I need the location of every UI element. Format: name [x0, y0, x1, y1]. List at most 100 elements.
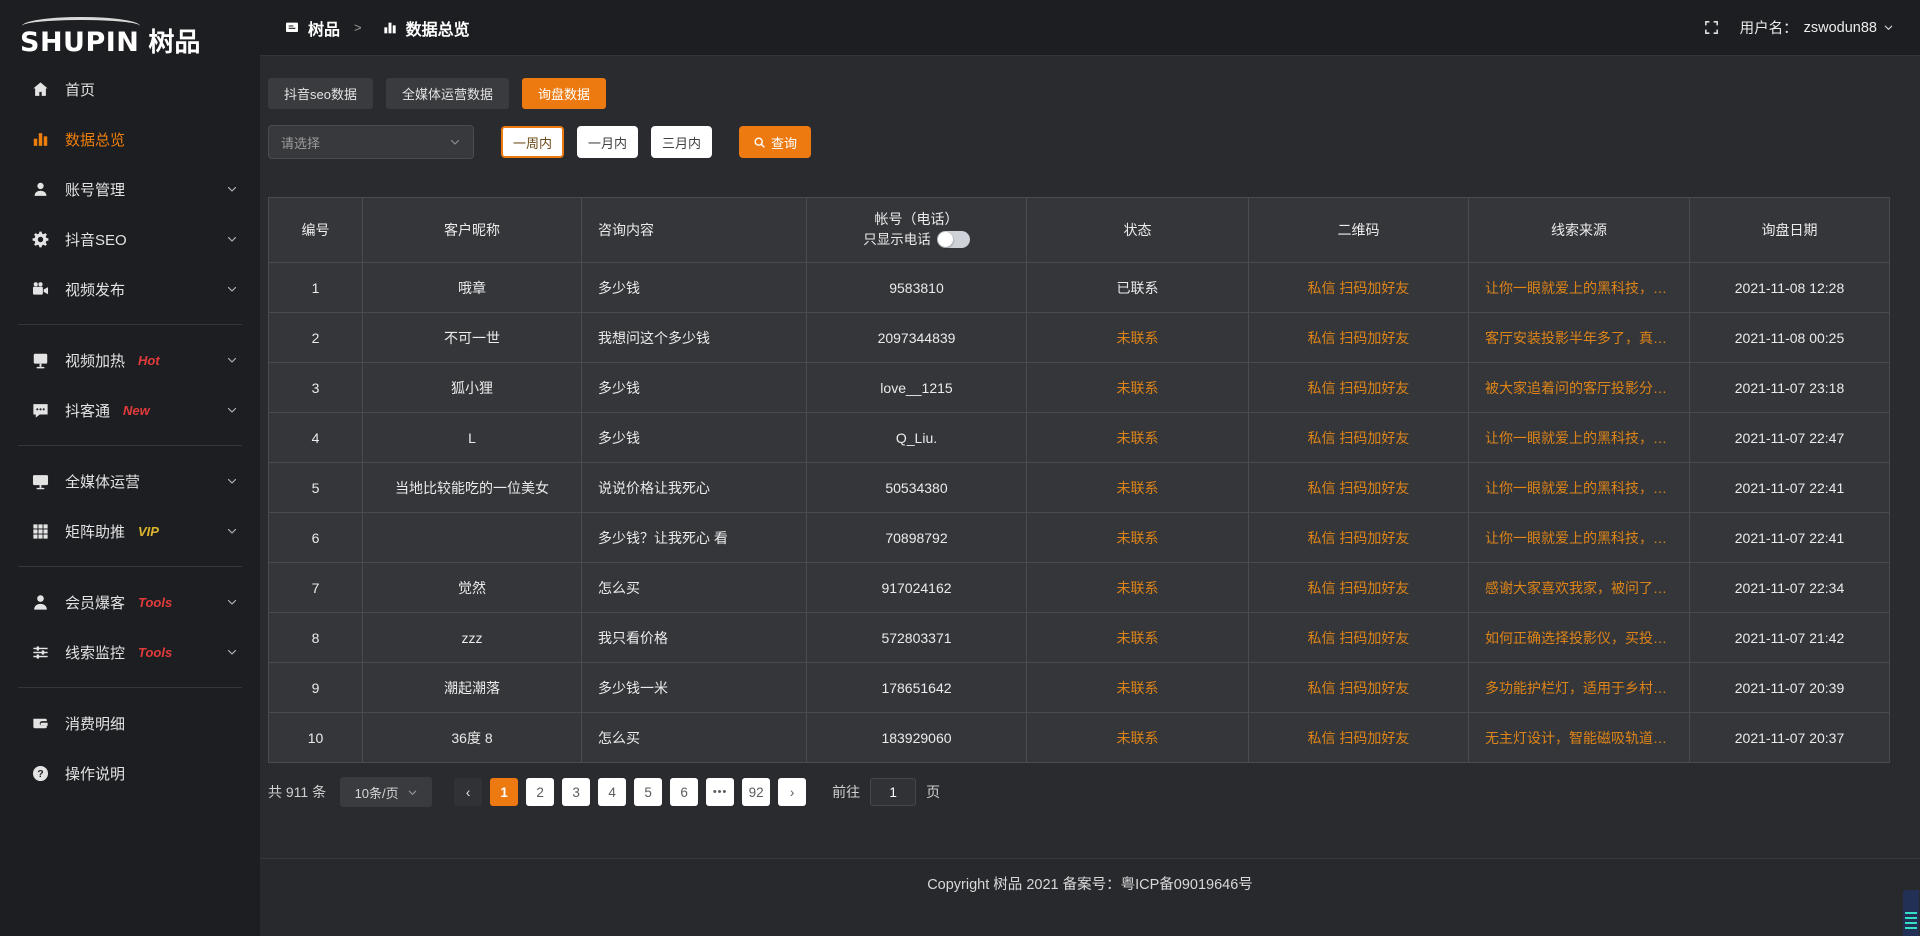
chat-bubble-icon: [31, 401, 50, 420]
qrcode-link[interactable]: 私信 扫码加好友: [1308, 678, 1410, 698]
breadcrumb-root[interactable]: 树品: [308, 16, 340, 40]
sidebar-item-question[interactable]: ? 操作说明: [0, 748, 260, 798]
user-menu[interactable]: 用户名：zswodun88: [1740, 17, 1894, 38]
table-row: 2 不可一世 我想问这个多少钱 2097344839 未联系 私信 扫码加好友 …: [269, 312, 1889, 362]
range-1month[interactable]: 一月内: [577, 126, 638, 158]
qrcode-link[interactable]: 私信 扫码加好友: [1308, 578, 1410, 598]
source-link[interactable]: 无主灯设计，智能磁吸轨道灯...: [1485, 728, 1673, 748]
range-3month[interactable]: 三月内: [651, 126, 712, 158]
total-count: 共 911 条: [268, 782, 326, 802]
page-size-select[interactable]: 10条/页: [340, 777, 432, 807]
logo-text-cn: 树品: [148, 29, 200, 56]
cell-content: 我只看价格: [582, 612, 807, 662]
fullscreen-icon[interactable]: [1703, 19, 1720, 36]
header-nickname: 客户昵称: [363, 198, 582, 262]
cell-content: 多少钱: [582, 412, 807, 462]
query-button[interactable]: 查询: [739, 126, 811, 158]
prev-page-button[interactable]: ‹: [454, 778, 482, 806]
chevron-down-icon: [226, 233, 238, 245]
qrcode-link[interactable]: 私信 扫码加好友: [1308, 528, 1410, 548]
sidebar-item-user[interactable]: 账号管理: [0, 164, 260, 214]
phone-only-toggle[interactable]: [937, 231, 970, 248]
cell-no: 9: [269, 662, 363, 712]
cell-no: 7: [269, 562, 363, 612]
gear-icon: [31, 230, 50, 249]
qrcode-link[interactable]: 私信 扫码加好友: [1308, 478, 1410, 498]
page-button-2[interactable]: 2: [526, 778, 554, 806]
cell-content: 说说价格让我死心: [582, 462, 807, 512]
sidebar-item-screen[interactable]: 视频加热 Hot: [0, 335, 260, 385]
next-page-button[interactable]: ›: [778, 778, 806, 806]
qrcode-link[interactable]: 私信 扫码加好友: [1308, 328, 1410, 348]
sidebar-item-icon-slot: [30, 229, 50, 249]
cell-qrcode: 私信 扫码加好友: [1249, 612, 1469, 662]
source-link[interactable]: 被大家追着问的客厅投影分享...: [1485, 378, 1673, 398]
sidebar-item-badge: New: [123, 403, 150, 418]
sidebar-item-camera[interactable]: 视频发布: [0, 264, 260, 314]
sidebar-nav: 首页 数据总览 账号管理 抖音SEO: [0, 64, 260, 798]
source-link[interactable]: 多功能护栏灯，适用于乡村文...: [1485, 678, 1673, 698]
sidebar-item-chat[interactable]: 抖客通 New: [0, 385, 260, 435]
source-link[interactable]: 让你一眼就爱上的黑科技，能...: [1485, 478, 1673, 498]
source-link[interactable]: 客厅安装投影半年多了，真实...: [1485, 328, 1673, 348]
footer: Copyright 树品 2021 备案号：粤ICP备09019646号: [260, 858, 1920, 936]
tab-inquiry[interactable]: 询盘数据: [522, 78, 606, 109]
cell-nickname: 狐小狸: [363, 362, 582, 412]
cell-no: 8: [269, 612, 363, 662]
qrcode-link[interactable]: 私信 扫码加好友: [1308, 628, 1410, 648]
bar-chart-icon: [31, 130, 50, 149]
cell-account: 917024162: [807, 562, 1027, 612]
cell-source: 让你一眼就爱上的黑科技，能...: [1469, 412, 1690, 462]
page-button-6[interactable]: 6: [670, 778, 698, 806]
chevron-down-icon: [226, 596, 238, 608]
sidebar-item-sliders[interactable]: 线索监控 Tools: [0, 627, 260, 677]
header-qrcode: 二维码: [1249, 198, 1469, 262]
tab-media-ops[interactable]: 全媒体运营数据: [386, 78, 509, 109]
cell-nickname: [363, 512, 582, 562]
source-link[interactable]: 如何正确选择投影仪，买投影...: [1485, 628, 1673, 648]
qrcode-link[interactable]: 私信 扫码加好友: [1308, 378, 1410, 398]
source-link[interactable]: 感谢大家喜欢我家，被问了好...: [1485, 578, 1673, 598]
table-row: 6 多少钱？让我死心 看 70898792 未联系 私信 扫码加好友 让你一眼就…: [269, 512, 1889, 562]
sidebar-item-wallet[interactable]: 消费明细: [0, 698, 260, 748]
cell-source: 让你一眼就爱上的黑科技，能...: [1469, 262, 1690, 312]
range-1week[interactable]: 一周内: [501, 126, 564, 158]
sidebar-item-gear[interactable]: 抖音SEO: [0, 214, 260, 264]
chevron-down-icon: [226, 283, 238, 295]
page-button-92[interactable]: 92: [742, 778, 770, 806]
source-link[interactable]: 让你一眼就爱上的黑科技，能...: [1485, 428, 1673, 448]
source-link[interactable]: 让你一眼就爱上的黑科技，能...: [1485, 528, 1673, 548]
toggle-knob: [938, 232, 953, 247]
page-size-value: 10条/页: [355, 783, 399, 802]
page-button-4[interactable]: 4: [598, 778, 626, 806]
cell-content: 怎么买: [582, 562, 807, 612]
monitor-icon: [31, 472, 50, 491]
inquiry-table: 编号 客户昵称 咨询内容 帐号（电话） 只显示电话 状态 二维码 线索来源 询盘…: [268, 197, 1890, 763]
sidebar-divider: [18, 324, 242, 325]
cell-account: 50534380: [807, 462, 1027, 512]
corner-widget[interactable]: [1903, 890, 1919, 936]
cell-nickname: 觉然: [363, 562, 582, 612]
page-button-5[interactable]: 5: [634, 778, 662, 806]
qrcode-link[interactable]: 私信 扫码加好友: [1308, 278, 1410, 298]
cell-qrcode: 私信 扫码加好友: [1249, 312, 1469, 362]
sidebar-item-monitor[interactable]: 全媒体运营: [0, 456, 260, 506]
sidebar-item-chart[interactable]: 数据总览: [0, 114, 260, 164]
sidebar-item-grid[interactable]: 矩阵助推 VIP: [0, 506, 260, 556]
sidebar-item-member[interactable]: 会员爆客 Tools: [0, 577, 260, 627]
qrcode-link[interactable]: 私信 扫码加好友: [1308, 728, 1410, 748]
source-link[interactable]: 让你一眼就爱上的黑科技，能...: [1485, 278, 1673, 298]
goto-label: 前往: [832, 782, 860, 802]
tab-douyin-seo[interactable]: 抖音seo数据: [268, 78, 373, 109]
goto-page-input[interactable]: [870, 778, 916, 806]
account-select[interactable]: 请选择: [268, 125, 474, 159]
page-button-3[interactable]: 3: [562, 778, 590, 806]
sidebar-item-home[interactable]: 首页: [0, 64, 260, 114]
page-button-1[interactable]: 1: [490, 778, 518, 806]
more-pages-button[interactable]: •••: [706, 778, 734, 806]
qrcode-link[interactable]: 私信 扫码加好友: [1308, 428, 1410, 448]
cell-date: 2021-11-07 23:18: [1690, 362, 1889, 412]
cell-date: 2021-11-07 21:42: [1690, 612, 1889, 662]
cell-source: 客厅安装投影半年多了，真实...: [1469, 312, 1690, 362]
breadcrumb: 树品 > 数据总览: [284, 16, 470, 40]
